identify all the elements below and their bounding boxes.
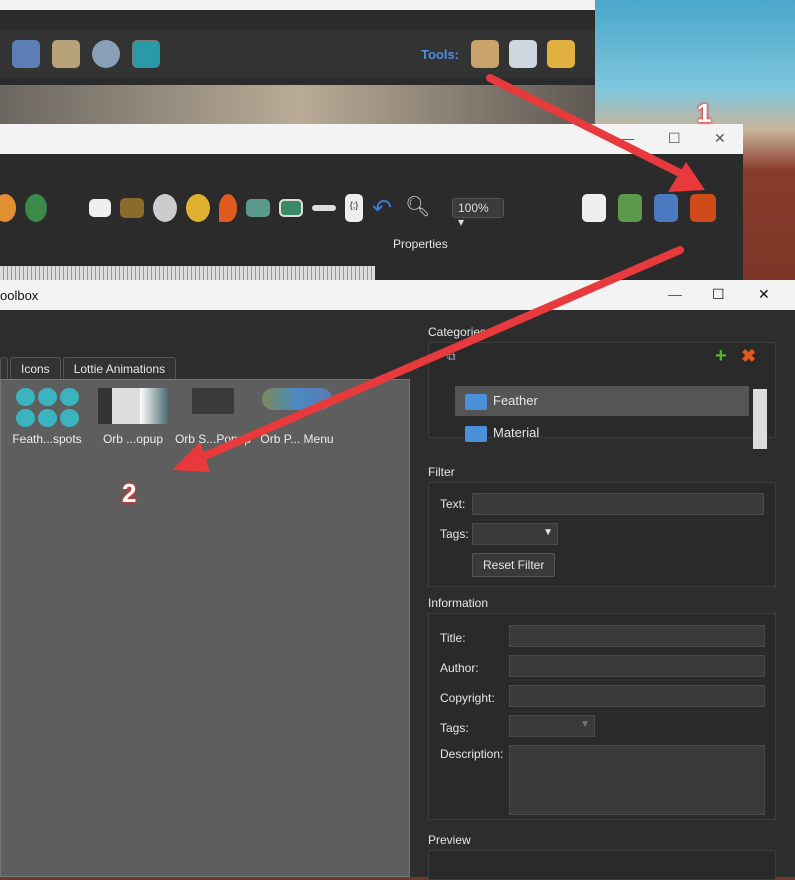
gallery-item[interactable]: Orb P... Menu — [257, 388, 337, 446]
toolbox-icon[interactable] — [690, 194, 716, 222]
javascript-icon[interactable]: {;} — [345, 194, 363, 222]
tools-label: Tools: — [420, 47, 459, 62]
annotation-1: 1 — [697, 98, 712, 128]
gallery-item[interactable]: Feath...spots — [7, 388, 87, 446]
editor-window: — ☐ ✕ {;} ↶ 🔍︎ 100% ▾ Properties — [0, 124, 743, 284]
paint-icon[interactable] — [618, 194, 642, 222]
reset-filter-button[interactable]: Reset Filter — [472, 553, 556, 577]
chevron-down-icon: ▼ — [580, 719, 590, 730]
chevron-down-icon: ▼ — [543, 527, 553, 538]
add-icon[interactable]: + — [715, 345, 727, 368]
author-input[interactable] — [509, 655, 765, 677]
zoom-icon[interactable]: 🔍︎ — [405, 194, 430, 222]
maximize-button[interactable]: ☐ — [712, 286, 725, 303]
translate-icon[interactable] — [654, 194, 678, 222]
preview-pane — [428, 850, 776, 880]
copyright-input[interactable] — [509, 685, 765, 707]
gallery-item[interactable]: Orb ...opup — [93, 388, 173, 446]
clipboard-icon[interactable] — [52, 40, 80, 68]
minimize-button[interactable]: — — [668, 286, 682, 302]
gallery-item[interactable]: Orb S...Popup — [173, 388, 253, 446]
annotation-2: 2 — [122, 478, 137, 508]
window-icon[interactable] — [89, 199, 111, 217]
zoom-select[interactable]: 100% ▾ — [452, 198, 504, 229]
globe-icon[interactable] — [0, 194, 16, 222]
properties-label: Properties — [393, 237, 448, 251]
categories-label: Categories — [428, 325, 487, 339]
tab-icons[interactable]: Icons — [10, 357, 61, 379]
grid-icon[interactable] — [120, 198, 144, 218]
copy-icon[interactable]: ⧉ — [447, 349, 456, 364]
binoculars-icon[interactable] — [12, 40, 40, 68]
undo-icon[interactable]: ↶ — [372, 194, 396, 222]
package-icon[interactable] — [547, 40, 575, 68]
maximize-button[interactable]: ☐ — [668, 130, 681, 147]
toolbox-window: oolbox — ☐ ✕ Icons Lottie Animations Fea… — [0, 280, 795, 880]
scrollbar[interactable] — [753, 389, 767, 449]
close-button[interactable]: ✕ — [714, 130, 726, 147]
gauge-icon[interactable] — [153, 194, 177, 222]
slider-icon[interactable] — [312, 205, 336, 211]
delete-icon[interactable]: ✖ — [741, 346, 756, 367]
map-icon[interactable] — [246, 199, 270, 217]
stopwatch-icon[interactable] — [92, 40, 120, 68]
wizard-icon[interactable] — [471, 40, 499, 68]
eye-icon[interactable] — [132, 40, 160, 68]
title-input[interactable] — [509, 625, 765, 647]
map-pin-icon[interactable] — [219, 194, 237, 222]
categories-list: ⧉ + ✖ Feather Material — [428, 342, 776, 449]
filter-text-input[interactable] — [472, 493, 764, 515]
description-textarea[interactable] — [509, 745, 765, 815]
right-panel: Categories ⧉ + ✖ Feather Material Filter… — [423, 310, 795, 880]
network-globe-icon[interactable] — [25, 194, 47, 222]
tags-select[interactable]: ▼ — [509, 715, 595, 737]
weather-icon[interactable] — [509, 40, 537, 68]
tab-bar: Icons Lottie Animations — [0, 357, 178, 379]
filter-label: Filter — [428, 465, 455, 479]
window-title: oolbox — [0, 288, 39, 303]
minimize-button[interactable]: — — [620, 130, 634, 146]
category-feather[interactable]: Feather — [455, 386, 749, 416]
folder-icon — [465, 426, 487, 442]
photo-preview — [0, 85, 595, 125]
video-icon[interactable] — [279, 199, 303, 217]
preview-label: Preview — [428, 833, 471, 847]
background-window: Tools: — [0, 0, 595, 125]
information-label: Information — [428, 596, 489, 610]
item-gallery: Feath...spots Orb ...opup Orb S...Popup … — [0, 379, 410, 877]
tab-lottie-animations[interactable]: Lottie Animations — [62, 357, 177, 379]
folder-icon — [465, 394, 487, 410]
target-icon[interactable] — [186, 194, 210, 222]
filter-tags-select[interactable]: ▼ — [472, 523, 558, 545]
category-material[interactable]: Material — [455, 418, 749, 442]
close-button[interactable]: ✕ — [758, 286, 770, 303]
search-document-icon[interactable] — [582, 194, 606, 222]
